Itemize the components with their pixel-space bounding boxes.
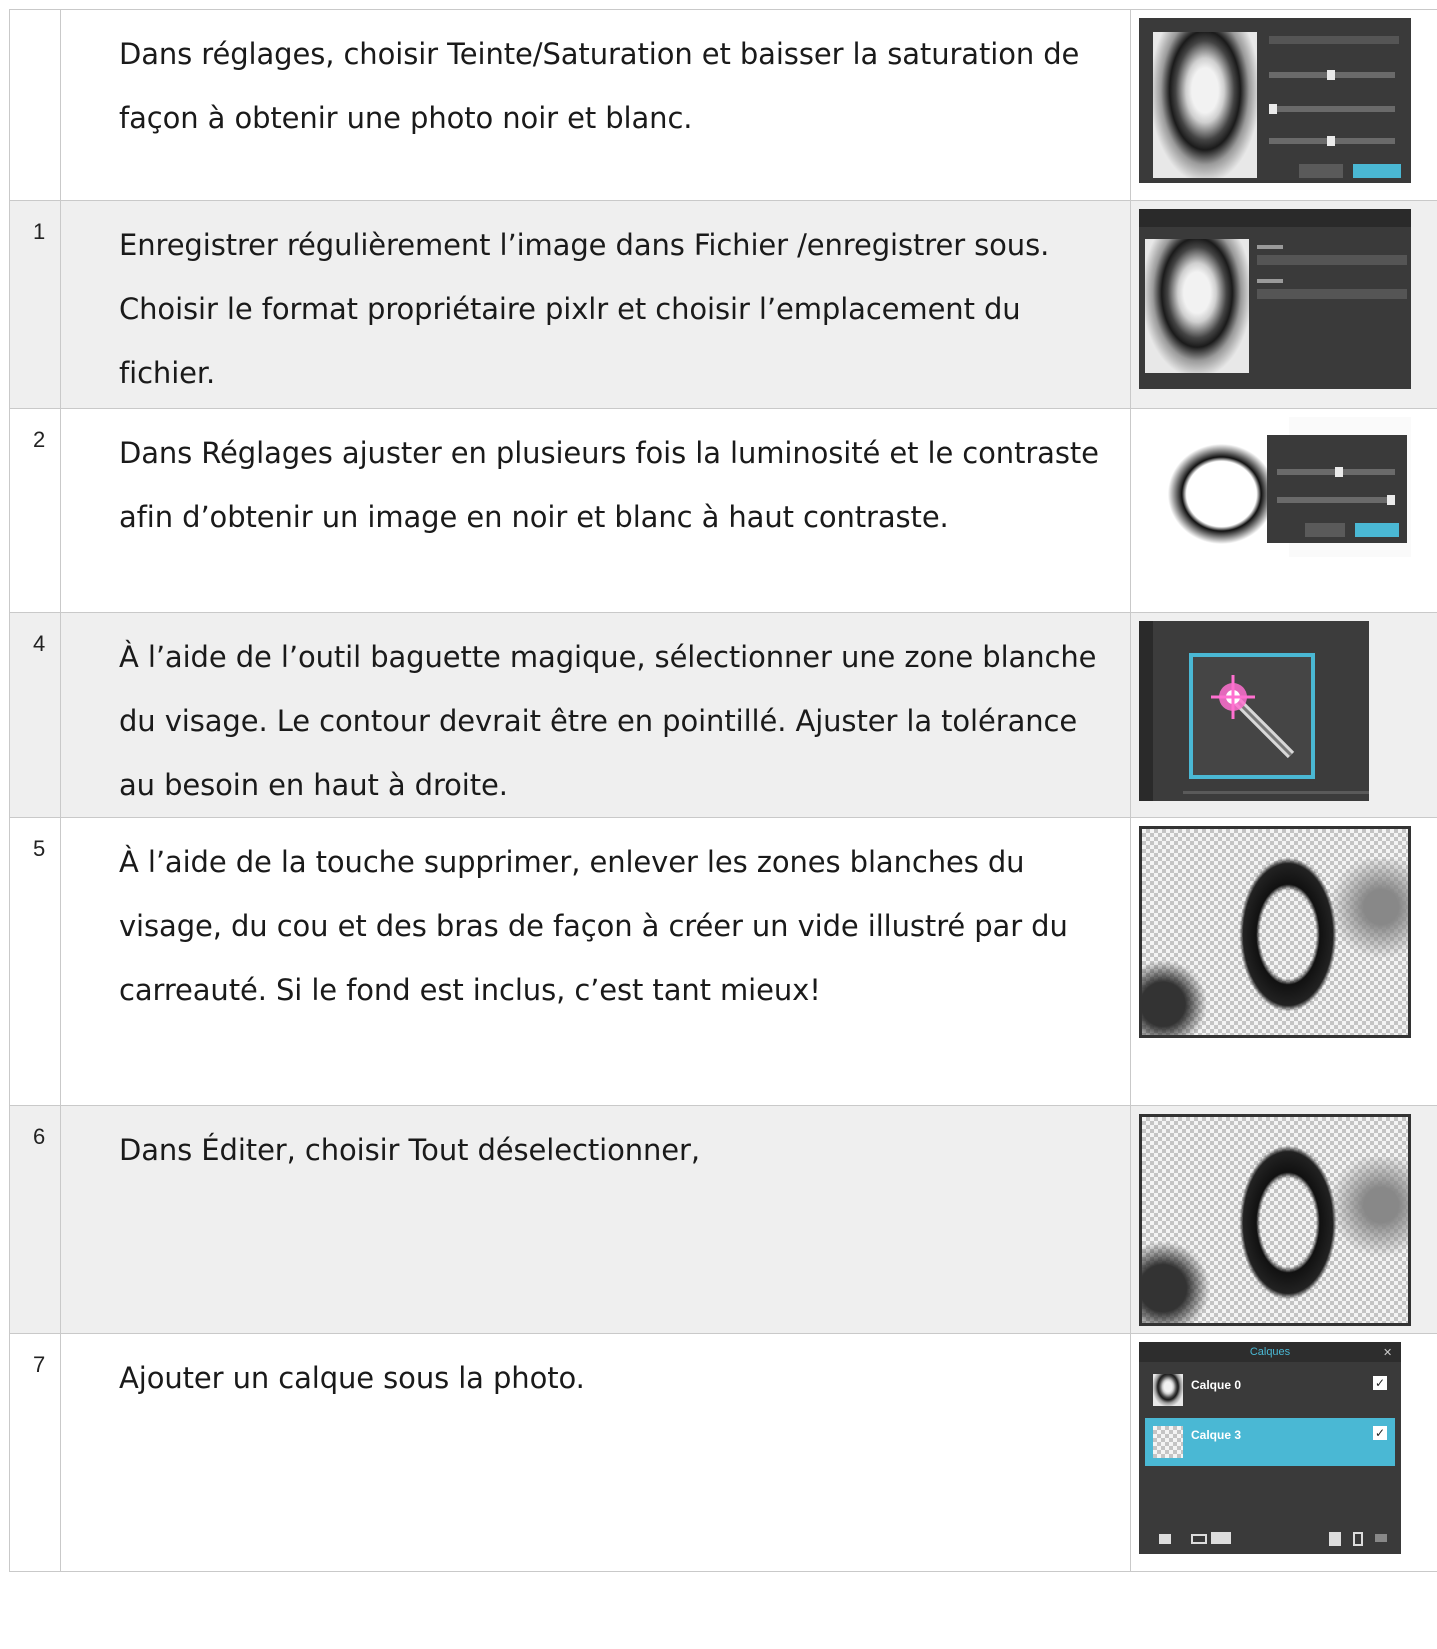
layer-settings-icon[interactable] <box>1159 1534 1171 1544</box>
layer-item-selected[interactable]: Calque 3 ✓ <box>1145 1418 1395 1466</box>
background-foliage <box>1142 949 1212 1035</box>
magic-wand-tool-thumbnail <box>1139 621 1369 801</box>
step-text: Dans Réglages ajuster en plusieurs fois … <box>119 436 1099 534</box>
step-text-cell: À l’aide de la touche supprimer, enlever… <box>60 817 1131 1106</box>
contrast-slider[interactable] <box>1277 497 1395 503</box>
format-select[interactable] <box>1257 289 1407 299</box>
portrait-photo <box>1153 32 1257 178</box>
step-text-cell: À l’aide de l’outil baguette magique, sé… <box>60 612 1131 818</box>
step-row: 1 Enregistrer régulièrement l’image dans… <box>9 200 1437 409</box>
step-number-cell <box>9 9 61 201</box>
brightness-contrast-dialog <box>1267 435 1407 543</box>
step-number: 4 <box>33 631 46 656</box>
step-row: 6 Dans Éditer, choisir Tout déselectionn… <box>9 1105 1437 1334</box>
layer-name: Calque 3 <box>1191 1428 1242 1442</box>
name-field[interactable] <box>1257 255 1407 265</box>
magic-wand-icon <box>1211 675 1295 759</box>
step-text: Dans réglages, choisir Teinte/Saturation… <box>119 37 1080 135</box>
delete-layer-icon[interactable] <box>1353 1532 1363 1546</box>
hair-silhouette <box>1222 1137 1342 1323</box>
portrait-photo <box>1145 239 1249 373</box>
layer-menu-icon[interactable] <box>1375 1534 1387 1542</box>
step-thumbnail-cell <box>1130 200 1437 409</box>
dialog-title-bar <box>1139 209 1411 227</box>
step-row: 5 À l’aide de la touche supprimer, enlev… <box>9 817 1437 1106</box>
step-text: À l’aide de l’outil baguette magique, sé… <box>119 640 1097 802</box>
toolbar-edge <box>1139 621 1153 801</box>
step-thumbnail-cell <box>1130 408 1437 613</box>
step-text-cell: Dans Éditer, choisir Tout déselectionner… <box>60 1105 1131 1334</box>
background-foliage <box>1142 1227 1212 1323</box>
step-number-cell: 6 <box>9 1105 61 1334</box>
step-thumbnail-cell <box>1130 9 1437 201</box>
hue-slider-knob[interactable] <box>1327 70 1335 80</box>
step-row: 4 À l’aide de l’outil baguette magique, … <box>9 612 1437 818</box>
scroll-edge <box>1183 791 1369 794</box>
step-number: 1 <box>33 219 46 244</box>
transparent-photo-thumbnail <box>1139 1114 1411 1326</box>
brightness-contrast-thumbnail <box>1139 417 1411 557</box>
step-row: 2 Dans Réglages ajuster en plusieurs foi… <box>9 408 1437 613</box>
saturation-slider[interactable] <box>1269 106 1395 112</box>
step-number <box>10 10 60 28</box>
layer-name: Calque 0 <box>1191 1378 1242 1392</box>
step-row: 7 Ajouter un calque sous la photo. Calqu… <box>9 1333 1437 1572</box>
step-number: 7 <box>33 1352 46 1377</box>
steps-table: Dans réglages, choisir Teinte/Saturation… <box>9 9 1437 1572</box>
layers-panel: Calques ✕ Calque 0 ✓ Calque 3 ✓ <box>1139 1342 1401 1554</box>
saturation-slider-knob[interactable] <box>1269 104 1277 114</box>
layer-visible-checkbox[interactable]: ✓ <box>1373 1376 1387 1390</box>
step-text: Ajouter un calque sous la photo. <box>119 1361 585 1395</box>
brightness-slider-knob[interactable] <box>1335 467 1343 477</box>
hair-silhouette <box>1222 849 1342 1035</box>
step-text: À l’aide de la touche supprimer, enlever… <box>119 845 1068 1007</box>
step-thumbnail-cell <box>1130 612 1437 818</box>
layer-styles-icon[interactable] <box>1211 1532 1231 1544</box>
layer-thumbnail <box>1153 1374 1183 1406</box>
lightness-slider-knob[interactable] <box>1327 136 1335 146</box>
layer-visible-checkbox[interactable]: ✓ <box>1373 1426 1387 1440</box>
step-text-cell: Enregistrer régulièrement l’image dans F… <box>60 200 1131 409</box>
layer-thumbnail <box>1153 1426 1183 1458</box>
ok-button[interactable] <box>1355 523 1399 537</box>
step-row: Dans réglages, choisir Teinte/Saturation… <box>9 9 1437 201</box>
step-text: Dans Éditer, choisir Tout déselectionner… <box>119 1133 700 1167</box>
layer-mask-icon[interactable] <box>1191 1534 1207 1544</box>
step-text-cell: Dans réglages, choisir Teinte/Saturation… <box>60 9 1131 201</box>
transparent-photo-thumbnail <box>1139 826 1411 1038</box>
step-text: Enregistrer régulièrement l’image dans F… <box>119 228 1050 390</box>
background-foliage <box>1332 1157 1408 1277</box>
magic-wand-tool-button[interactable] <box>1189 653 1315 779</box>
step-number-cell: 2 <box>9 408 61 613</box>
step-number-cell: 5 <box>9 817 61 1106</box>
step-number-cell: 4 <box>9 612 61 818</box>
contrast-slider-knob[interactable] <box>1387 495 1395 505</box>
step-number-cell: 7 <box>9 1333 61 1572</box>
step-number: 2 <box>33 427 46 452</box>
step-number: 5 <box>33 836 46 861</box>
close-icon[interactable]: ✕ <box>1383 1346 1392 1359</box>
step-thumbnail-cell <box>1130 817 1437 1106</box>
cancel-button[interactable] <box>1299 164 1343 178</box>
hue-saturation-dialog-thumbnail <box>1139 18 1411 183</box>
dialog-title-bar <box>1269 36 1399 44</box>
step-number: 6 <box>33 1124 46 1149</box>
step-thumbnail-cell <box>1130 1105 1437 1334</box>
save-image-dialog-thumbnail <box>1139 209 1411 389</box>
layer-item[interactable]: Calque 0 ✓ <box>1145 1368 1395 1412</box>
new-layer-icon[interactable] <box>1329 1532 1341 1546</box>
name-label <box>1257 245 1283 249</box>
layers-panel-title: Calques <box>1139 1342 1401 1362</box>
step-thumbnail-cell: Calques ✕ Calque 0 ✓ Calque 3 ✓ <box>1130 1333 1437 1572</box>
format-label <box>1257 279 1283 283</box>
cancel-button[interactable] <box>1305 523 1345 537</box>
layers-toolbar <box>1139 1522 1401 1554</box>
ok-button[interactable] <box>1353 164 1401 178</box>
step-text-cell: Ajouter un calque sous la photo. <box>60 1333 1131 1572</box>
background-foliage <box>1332 859 1408 979</box>
step-text-cell: Dans Réglages ajuster en plusieurs fois … <box>60 408 1131 613</box>
step-number-cell: 1 <box>9 200 61 409</box>
